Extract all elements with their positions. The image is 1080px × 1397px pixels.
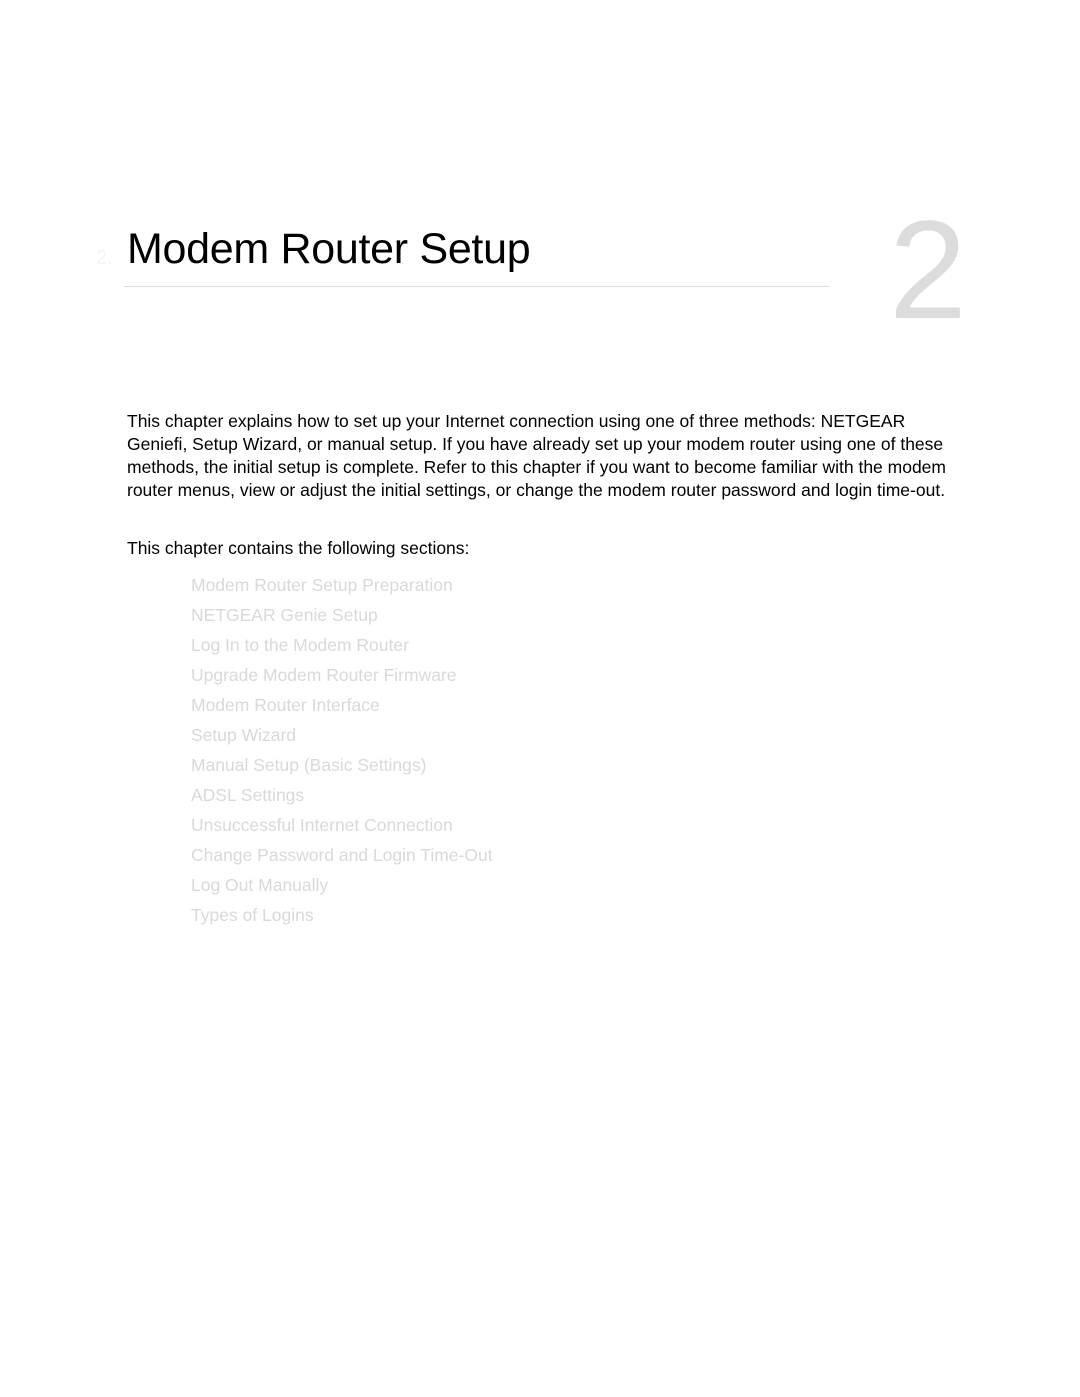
chapter-prefix: 2.: [96, 247, 113, 269]
intro-paragraph: This chapter explains how to set up your…: [127, 411, 946, 500]
section-link[interactable]: Modem Router Interface: [191, 690, 493, 720]
title-divider: [124, 286, 830, 287]
sections-lead: This chapter contains the following sect…: [127, 538, 470, 558]
section-link[interactable]: Setup Wizard: [191, 720, 493, 750]
section-link[interactable]: Log Out Manually: [191, 870, 493, 900]
chapter-number: 2: [889, 191, 967, 348]
section-link[interactable]: Log In to the Modem Router: [191, 630, 493, 660]
section-link[interactable]: Upgrade Modem Router Firmware: [191, 660, 493, 690]
section-link[interactable]: ADSL Settings: [191, 780, 493, 810]
chapter-title: Modem Router Setup: [127, 225, 531, 273]
section-link[interactable]: Manual Setup (Basic Settings): [191, 750, 493, 780]
section-link[interactable]: Modem Router Setup Preparation: [191, 570, 493, 600]
section-list: Modem Router Setup Preparation NETGEAR G…: [191, 570, 493, 930]
section-link[interactable]: Change Password and Login Time-Out: [191, 840, 493, 870]
section-link[interactable]: Unsuccessful Internet Connection: [191, 810, 493, 840]
section-link[interactable]: Types of Logins: [191, 900, 493, 930]
section-link[interactable]: NETGEAR Genie Setup: [191, 600, 493, 630]
